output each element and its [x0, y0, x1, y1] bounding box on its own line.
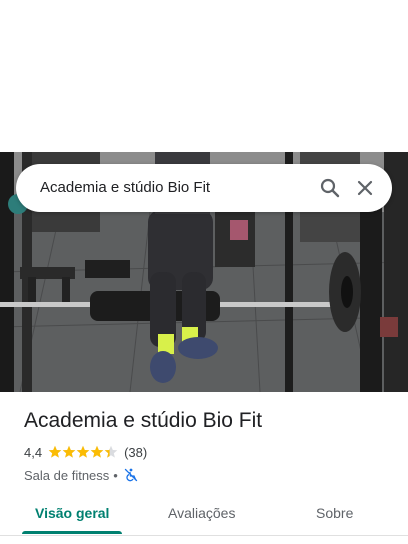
star-rating [48, 445, 118, 459]
search-query-text[interactable]: Academia e stúdio Bio Fit [40, 178, 210, 198]
search-bar[interactable]: Academia e stúdio Bio Fit [16, 164, 392, 212]
star-icon [48, 445, 62, 458]
place-title: Academia e stúdio Bio Fit [24, 409, 263, 432]
place-tabs: Visão geral Avaliações Sobre [0, 498, 408, 536]
star-icon [62, 445, 76, 458]
tab-overview[interactable]: Visão geral [35, 504, 109, 522]
tab-about[interactable]: Sobre [316, 504, 353, 522]
rating-value: 4,4 [24, 444, 43, 460]
place-info: Academia e stúdio Bio Fit 4,4 (38) Sala … [24, 406, 394, 484]
rating-row[interactable]: 4,4 (38) [24, 443, 394, 461]
category-row: Sala de fitness • [24, 466, 394, 484]
selected-tab-indicator [22, 531, 122, 534]
place-category: Sala de fitness [24, 467, 110, 483]
separator-dot: • [113, 467, 118, 483]
search-icon[interactable] [318, 176, 342, 200]
blank-top-area [0, 0, 408, 152]
star-icon [104, 445, 118, 458]
star-icon [90, 445, 104, 458]
close-icon[interactable] [353, 176, 377, 200]
wheelchair-not-accessible-icon[interactable] [124, 468, 138, 482]
tab-reviews[interactable]: Avaliações [168, 504, 235, 522]
star-icon [76, 445, 90, 458]
review-count[interactable]: (38) [124, 445, 147, 460]
